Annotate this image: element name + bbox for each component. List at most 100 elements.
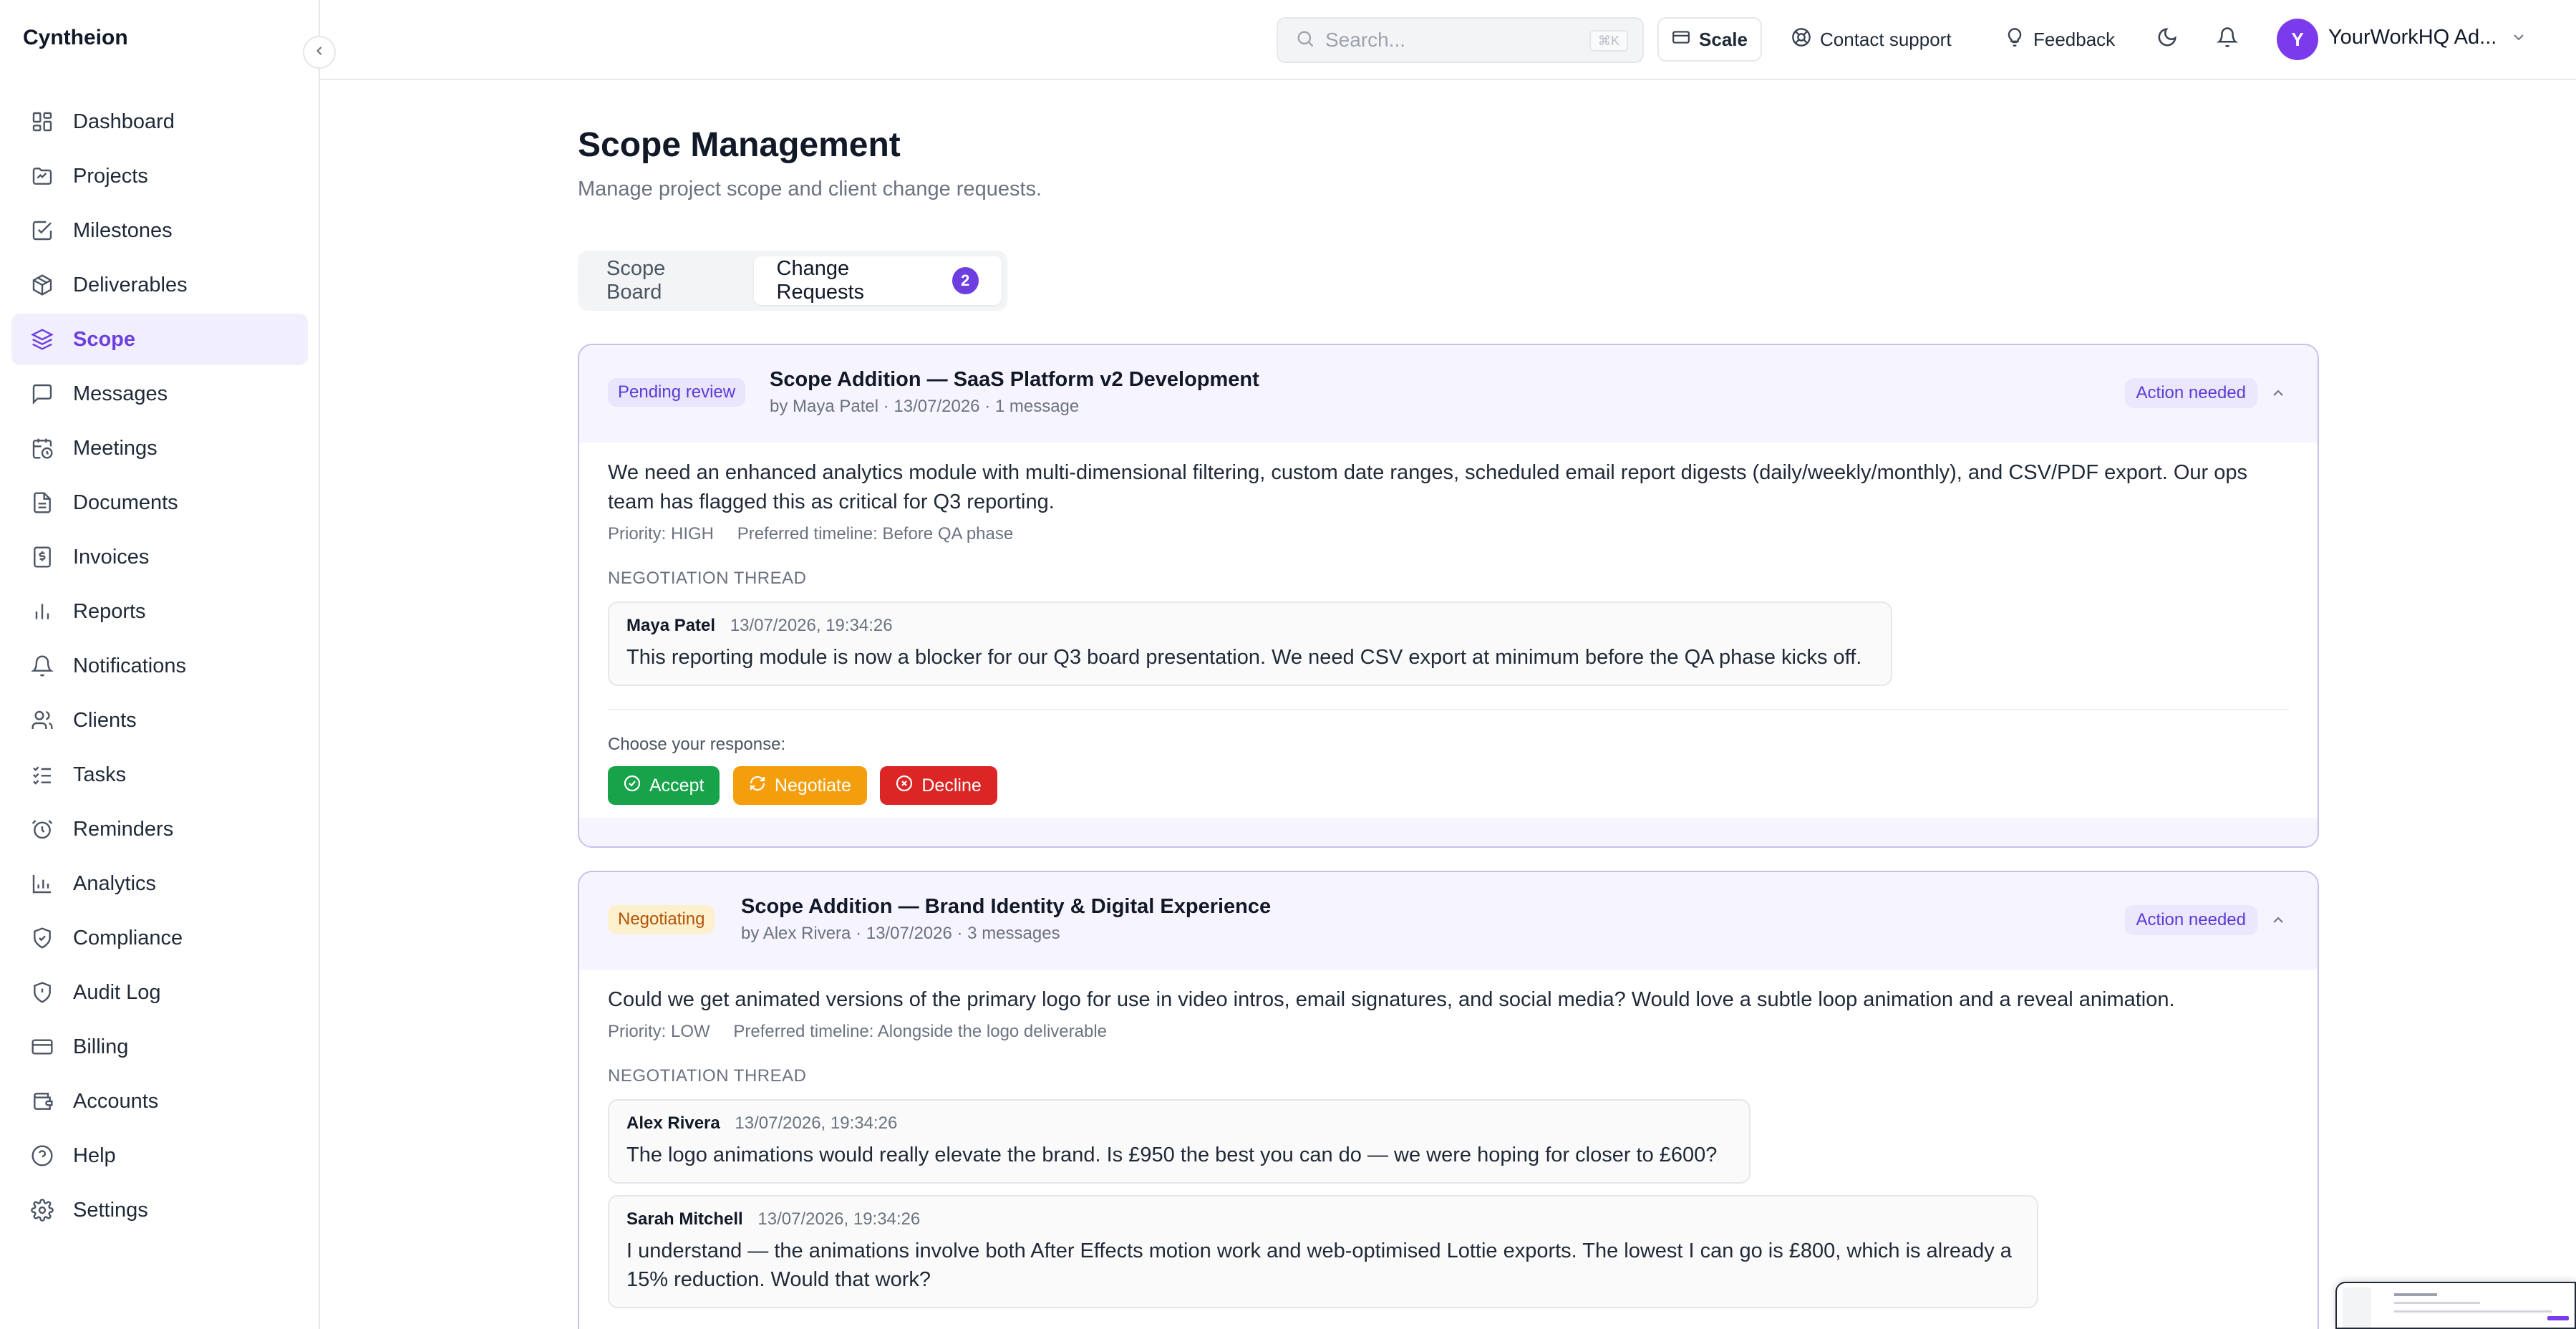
thread-heading: NEGOTIATION THREAD	[608, 569, 807, 588]
response-buttons: Accept Negotiate Decline	[608, 766, 2289, 805]
chevron-up-icon[interactable]	[2267, 382, 2289, 404]
sidebar-item-accounts[interactable]: Accounts	[11, 1076, 308, 1127]
sidebar-item-label: Analytics	[73, 871, 157, 895]
sidebar-item-documents[interactable]: Documents	[11, 477, 308, 528]
accept-label: Accept	[649, 775, 704, 796]
message-header: Maya Patel 13/07/2026, 19:34:26	[626, 616, 1874, 636]
sidebar-item-notifications[interactable]: Notifications	[11, 640, 308, 692]
notifications-button[interactable]	[2216, 17, 2239, 62]
sidebar-item-label: Projects	[73, 164, 148, 188]
sidebar-item-label: Settings	[73, 1198, 148, 1222]
sidebar-item-deliverables[interactable]: Deliverables	[11, 259, 308, 311]
card-header[interactable]: Negotiating Scope Addition — Brand Ident…	[579, 872, 2318, 970]
accept-button[interactable]: Accept	[608, 766, 720, 805]
calendar-clock-icon	[29, 435, 56, 462]
list-checks-icon	[29, 761, 56, 788]
dashboard-icon	[29, 108, 56, 135]
brand-logo[interactable]: Cyntheion	[23, 26, 128, 50]
sidebar-item-label: Billing	[73, 1035, 129, 1058]
thread-message: Maya Patel 13/07/2026, 19:34:26 This rep…	[608, 601, 1892, 686]
sidebar-item-projects[interactable]: Projects	[11, 150, 308, 202]
contact-support-label: Contact support	[1820, 28, 1952, 50]
user-menu-toggle[interactable]	[2510, 19, 2527, 60]
scale-button[interactable]: Scale	[1657, 17, 1762, 62]
sidebar-item-compliance[interactable]: Compliance	[11, 912, 308, 964]
sidebar-item-label: Clients	[73, 708, 137, 732]
request-description: Could we get animated versions of the pr…	[608, 988, 2175, 1011]
sidebar-item-label: Dashboard	[73, 110, 175, 133]
user-name[interactable]: YourWorkHQ Ad...	[2328, 26, 2497, 49]
search-placeholder: Search...	[1325, 29, 1406, 51]
message-time: 13/07/2026, 19:34:26	[757, 1209, 921, 1229]
card-meta: by Alex Rivera · 13/07/2026 · 3 messages	[741, 924, 1060, 943]
sidebar-item-label: Reports	[73, 599, 146, 623]
sidebar-item-milestones[interactable]: Milestones	[11, 205, 308, 256]
sidebar-item-scope[interactable]: Scope	[11, 314, 308, 365]
sidebar-item-label: Milestones	[73, 218, 173, 242]
help-circle-icon	[29, 1142, 56, 1169]
card-title: Scope Addition — SaaS Platform v2 Develo…	[770, 368, 1259, 391]
feedback-link[interactable]: Feedback	[2005, 17, 2115, 62]
document-icon	[29, 489, 56, 516]
check-circle-icon	[624, 775, 641, 797]
sidebar-item-label: Notifications	[73, 654, 186, 677]
sidebar-item-label: Audit Log	[73, 980, 161, 1004]
avatar[interactable]: Y	[2277, 19, 2318, 60]
sidebar-item-audit-log[interactable]: Audit Log	[11, 967, 308, 1018]
tab-change-requests[interactable]: Change Requests 2	[753, 256, 1002, 305]
action-needed-badge: Action needed	[2124, 905, 2257, 935]
message-text: This reporting module is now a blocker f…	[626, 646, 1862, 669]
refresh-icon	[749, 775, 766, 797]
timeline-label: Preferred timeline: Alongside the logo d…	[733, 1022, 1108, 1041]
bar-chart-icon	[29, 598, 56, 625]
folder-icon	[29, 163, 56, 190]
sidebar-item-billing[interactable]: Billing	[11, 1021, 308, 1073]
sidebar-item-help[interactable]: Help	[11, 1130, 308, 1181]
moon-icon	[2156, 26, 2178, 53]
bell-icon	[2216, 26, 2239, 53]
sidebar-item-label: Reminders	[73, 817, 174, 841]
sidebar-item-label: Documents	[73, 490, 178, 514]
scale-label: Scale	[1699, 28, 1748, 50]
request-description: We need an enhanced analytics module wit…	[608, 461, 2247, 513]
sidebar-item-label: Invoices	[73, 545, 150, 569]
search-input[interactable]: Search... ⌘K	[1277, 17, 1644, 63]
tab-scope-board[interactable]: Scope Board	[584, 256, 748, 305]
tab-label: Change Requests	[776, 257, 865, 304]
divider	[608, 709, 2289, 710]
contact-support-link[interactable]: Contact support	[1791, 17, 1952, 62]
card-meta: by Maya Patel · 13/07/2026 · 1 message	[770, 397, 1080, 416]
sidebar-item-clients[interactable]: Clients	[11, 695, 308, 746]
search-icon	[1295, 29, 1315, 52]
message-header: Sarah Mitchell 13/07/2026, 19:34:26	[626, 1209, 2020, 1229]
sidebar-item-settings[interactable]: Settings	[11, 1184, 308, 1236]
gear-icon	[29, 1197, 56, 1224]
layers-icon	[29, 326, 56, 353]
sidebar-item-reports[interactable]: Reports	[11, 586, 308, 637]
page-title: Scope Management	[578, 126, 901, 164]
page-preview-thumbnail[interactable]	[2335, 1282, 2576, 1329]
lightbulb-icon	[2005, 27, 2025, 52]
chevron-up-icon[interactable]	[2267, 909, 2289, 931]
sidebar-item-meetings[interactable]: Meetings	[11, 422, 308, 474]
sidebar-item-analytics[interactable]: Analytics	[11, 858, 308, 909]
analytics-icon	[29, 870, 56, 897]
sidebar-item-tasks[interactable]: Tasks	[11, 749, 308, 801]
credit-card-icon	[29, 1033, 56, 1060]
sidebar-item-label: Messages	[73, 382, 168, 405]
tab-bar: Scope Board Change Requests 2	[578, 251, 1007, 311]
shield-alert-icon	[29, 979, 56, 1006]
chevron-down-icon	[2510, 29, 2527, 51]
theme-toggle[interactable]	[2156, 17, 2178, 62]
decline-button[interactable]: Decline	[880, 766, 997, 805]
preview-text-line	[2394, 1302, 2480, 1304]
sidebar-item-label: Meetings	[73, 436, 158, 460]
sidebar-item-messages[interactable]: Messages	[11, 368, 308, 420]
sidebar-item-reminders[interactable]: Reminders	[11, 803, 308, 855]
negotiate-button[interactable]: Negotiate	[732, 766, 867, 805]
sidebar-item-dashboard[interactable]: Dashboard	[11, 96, 308, 148]
card-header[interactable]: Pending review Scope Addition — SaaS Pla…	[579, 345, 2318, 443]
sidebar-collapse-button[interactable]	[303, 36, 336, 69]
preview-title-line	[2394, 1293, 2437, 1296]
sidebar-item-invoices[interactable]: Invoices	[11, 531, 308, 583]
